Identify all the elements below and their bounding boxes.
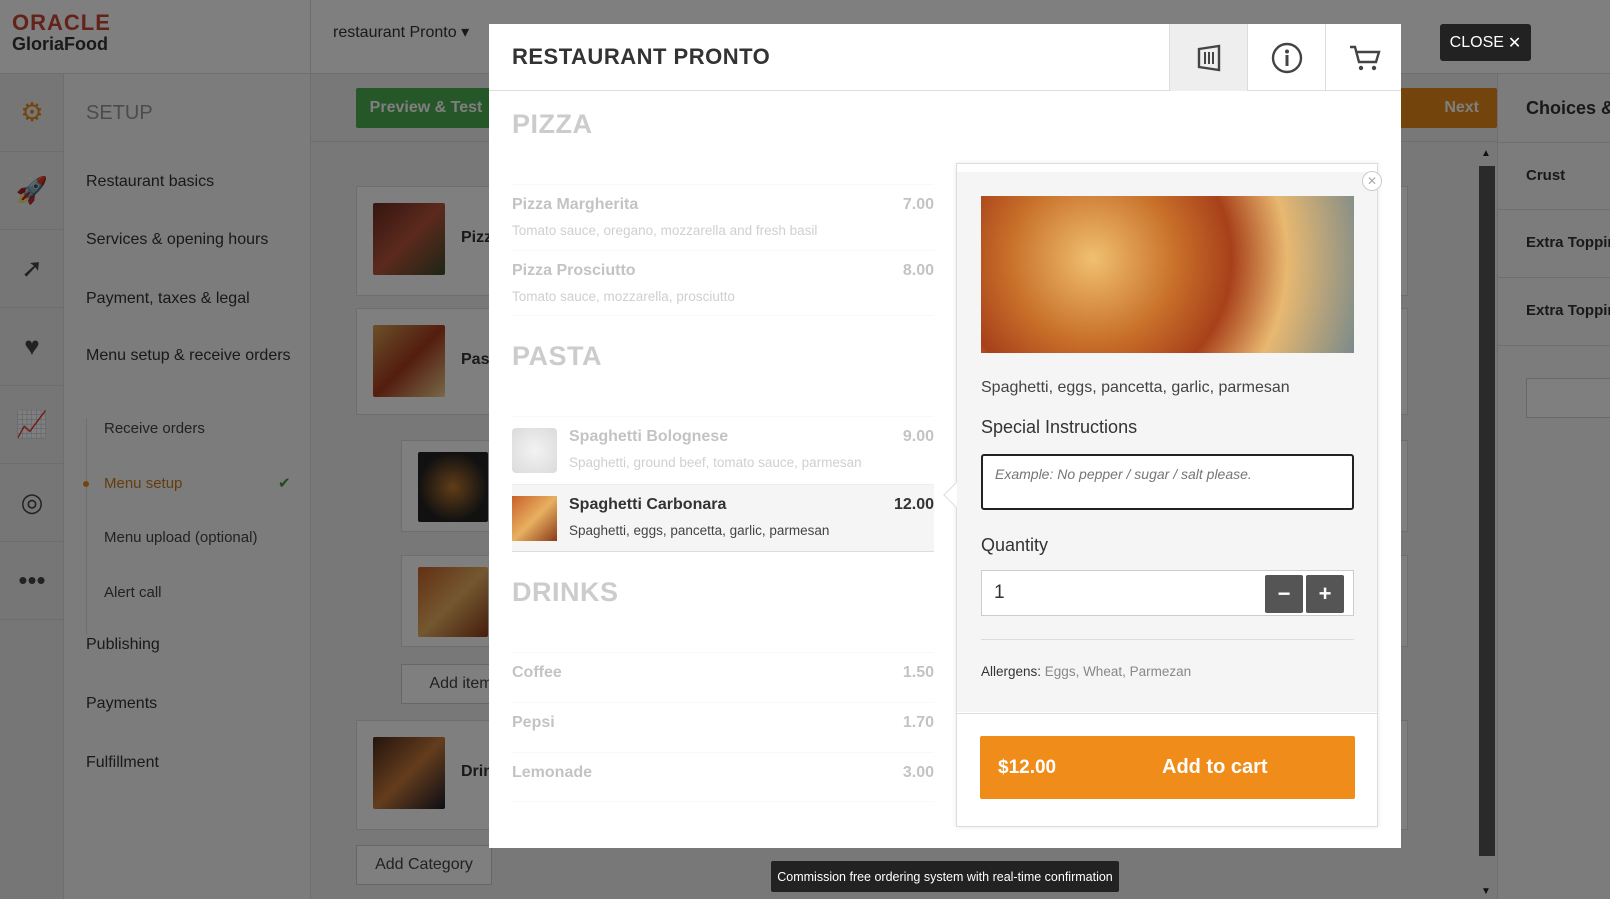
menu-item-name: Pizza Margherita [512, 196, 639, 213]
menu-item-name: Spaghetti Carbonara [569, 496, 727, 513]
cart-icon [1349, 45, 1381, 70]
menu-item-desc: Spaghetti, ground beef, tomato sauce, pa… [569, 455, 862, 470]
tooltip: Commission free ordering system with rea… [771, 861, 1119, 892]
menu-item-desc: Tomato sauce, oregano, mozzarella and fr… [512, 223, 818, 238]
menu-item[interactable]: Pepsi 1.70 [512, 702, 934, 752]
add-to-cart-label: Add to cart [1162, 756, 1268, 778]
menu-item[interactable]: Coffee 1.50 [512, 652, 934, 702]
plus-icon: + [1318, 581, 1332, 606]
section-title: PASTA [512, 341, 602, 371]
divider [957, 713, 1377, 714]
menu-item-name: Spaghetti Bolognese [569, 428, 729, 445]
modal-header: RESTAURANT PRONTO [489, 24, 1401, 91]
close-label: CLOSE [1449, 33, 1504, 51]
menu-item-thumbnail [512, 428, 557, 473]
close-preview-button[interactable]: CLOSE ✕ [1440, 24, 1531, 61]
add-to-cart-price: $12.00 [998, 757, 1057, 778]
minus-icon: − [1277, 581, 1291, 606]
section-title: PIZZA [512, 109, 593, 139]
menu-item-selected[interactable]: Spaghetti Carbonara Spaghetti, eggs, pan… [512, 484, 934, 552]
menu-item-price: 1.50 [902, 664, 934, 681]
quantity-stepper: 1 − + [981, 570, 1354, 616]
menu-item-thumbnail [512, 496, 557, 541]
menu-item-price: 3.00 [902, 764, 934, 781]
item-detail-popup: Spaghetti, eggs, pancetta, garlic, parme… [943, 163, 1382, 827]
menu-item-name: Pizza Prosciutto [512, 262, 636, 279]
menu-item-price: 12.00 [893, 496, 934, 513]
add-to-cart-button[interactable]: $12.00 Add to cart [980, 736, 1355, 799]
allergens-label: Allergens [981, 664, 1038, 679]
cart-tab-button[interactable] [1325, 24, 1403, 91]
info-icon [1271, 42, 1302, 73]
menu-item-price: 8.00 [902, 262, 934, 279]
close-icon: ✕ [1507, 34, 1522, 52]
menu-icon [1197, 44, 1220, 71]
menu-item-desc: Spaghetti, eggs, pancetta, garlic, parme… [569, 523, 830, 538]
menu-item-price: 7.00 [902, 196, 934, 213]
close-popup-icon[interactable]: ✕ [1362, 171, 1382, 191]
item-photo [981, 196, 1354, 353]
menu-item-name: Lemonade [512, 764, 593, 781]
decrease-quantity-button[interactable]: − [1265, 575, 1303, 613]
menu-item-price: 1.70 [902, 714, 934, 731]
quantity-label: Quantity [981, 535, 1049, 555]
menu-item[interactable]: Pizza Prosciutto Tomato sauce, mozzarell… [512, 250, 934, 316]
section-title: DRINKS [512, 577, 619, 607]
divider [981, 639, 1354, 640]
menu-item[interactable]: Pizza Margherita Tomato sauce, oregano, … [512, 184, 934, 250]
item-description: Spaghetti, eggs, pancetta, garlic, parme… [981, 379, 1290, 396]
increase-quantity-button[interactable]: + [1306, 575, 1344, 613]
menu-item-name: Pepsi [512, 714, 555, 731]
menu-item-name: Coffee [512, 664, 562, 681]
quantity-input[interactable]: 1 [994, 582, 1005, 604]
info-tab-button[interactable] [1247, 24, 1325, 91]
allergens-values: Eggs, Wheat, Parmezan [1044, 664, 1192, 679]
menu-tab-button[interactable] [1169, 24, 1247, 91]
menu-item-desc: Tomato sauce, mozzarella, prosciutto [512, 289, 735, 304]
special-instructions-label: Special Instructions [981, 417, 1138, 437]
menu-item[interactable]: Lemonade 3.00 [512, 752, 934, 802]
special-instructions-input[interactable] [981, 454, 1354, 510]
allergens-info: Allergens: Eggs, Wheat, Parmezan [981, 664, 1192, 679]
menu-item-price: 9.00 [902, 428, 934, 445]
item-detail-body: Spaghetti, eggs, pancetta, garlic, parme… [957, 172, 1377, 712]
menu-item[interactable]: Spaghetti Bolognese Spaghetti, ground be… [512, 416, 934, 484]
modal-title: RESTAURANT PRONTO [512, 44, 771, 69]
